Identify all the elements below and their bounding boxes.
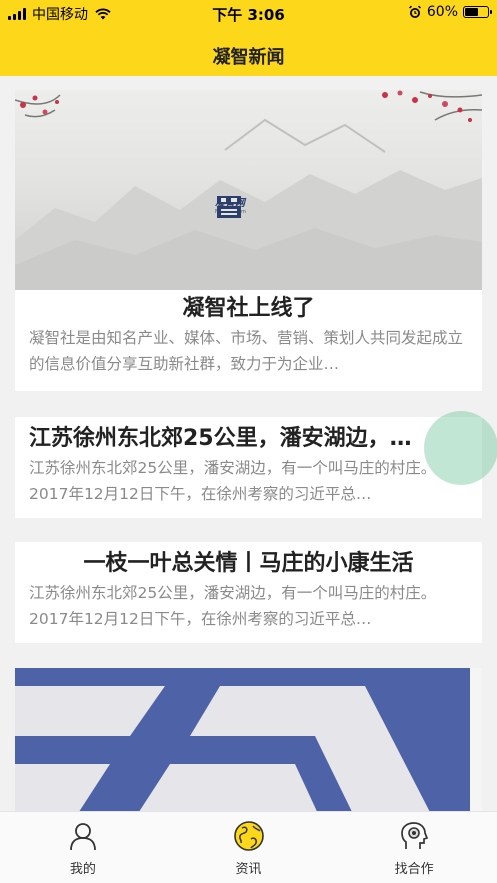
tab-cooperation[interactable]: 找合作 bbox=[331, 812, 497, 883]
app-header: 中国移动 下午 3:06 60% 凝智新闻 bbox=[0, 0, 497, 76]
brand-logo: 凝智网 Ningzhi.com bbox=[215, 194, 246, 218]
news-card[interactable]: 凝智网 Ningzhi.com 凝智社上线了 凝智社是由知名产业、媒体、市场、营… bbox=[15, 90, 482, 391]
brand-logo-graphic-icon bbox=[15, 668, 482, 811]
head-gear-icon bbox=[401, 822, 429, 849]
tab-label: 资讯 bbox=[235, 862, 262, 877]
news-card[interactable]: 江苏徐州东北郊25公里，潘安湖边，… 江苏徐州东北郊25公里，潘安湖边，有一个叫… bbox=[15, 417, 482, 518]
news-card[interactable]: 一枝一叶总关情丨马庄的小康生活 江苏徐州东北郊25公里，潘安湖边，有一个叫马庄的… bbox=[15, 542, 482, 643]
tab-news[interactable]: 资讯 bbox=[166, 812, 332, 883]
tab-bar: 我的 资讯 找合作 bbox=[0, 811, 497, 883]
battery-percent: 60% bbox=[426, 4, 458, 20]
article-thumbnail bbox=[15, 668, 482, 811]
alarm-icon bbox=[408, 5, 421, 18]
article-summary: 江苏徐州东北郊25公里，潘安湖边，有一个叫马庄的村庄。 2017年12月12日下… bbox=[29, 459, 437, 503]
article-title[interactable]: 一枝一叶总关情丨马庄的小康生活 bbox=[15, 542, 482, 580]
page-title: 凝智新闻 bbox=[212, 47, 285, 68]
tab-label: 我的 bbox=[69, 862, 96, 877]
tab-mine[interactable]: 我的 bbox=[0, 812, 166, 883]
news-list[interactable]: 凝智网 Ningzhi.com 凝智社上线了 凝智社是由知名产业、媒体、市场、营… bbox=[0, 76, 497, 811]
article-thumbnail: 凝智网 Ningzhi.com bbox=[15, 90, 482, 290]
brand-logo-mark-icon bbox=[217, 196, 241, 218]
news-card[interactable] bbox=[15, 668, 482, 811]
article-title[interactable]: 江苏徐州东北郊25公里，潘安湖边，… bbox=[15, 417, 482, 455]
tab-label: 找合作 bbox=[394, 862, 434, 877]
article-summary: 江苏徐州东北郊25公里，潘安湖边，有一个叫马庄的村庄。 2017年12月12日下… bbox=[29, 584, 437, 628]
battery-icon bbox=[463, 6, 492, 18]
globe-icon bbox=[233, 821, 264, 851]
article-title[interactable]: 凝智社上线了 bbox=[15, 293, 482, 325]
article-summary: 凝智社是由知名产业、媒体、市场、营销、策划人共同发起成立的信息价值分享互助新社群… bbox=[29, 329, 464, 373]
status-bar: 中国移动 下午 3:06 60% bbox=[0, 0, 497, 26]
touch-indicator bbox=[424, 411, 497, 485]
person-icon bbox=[69, 823, 96, 851]
